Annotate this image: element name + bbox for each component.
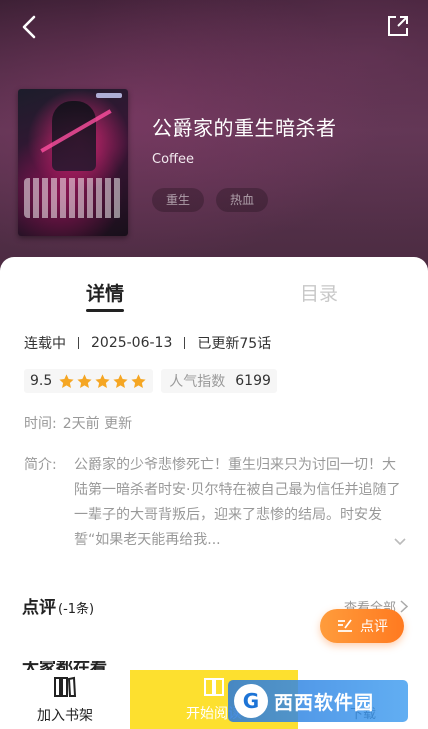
rating-score: 9.5	[30, 373, 53, 389]
intro-text: 公爵家的少爷悲惨死亡！重生归来只为讨回一切！大陆第一暗杀者时安·贝尔特在被自己最…	[74, 453, 409, 553]
review-section-title: 点评 (-1条)	[22, 598, 95, 618]
add-shelf-label: 加入书架	[37, 707, 93, 724]
rating-box: 9.5	[24, 369, 154, 393]
watermark-banner: G 西西软件园	[228, 680, 408, 722]
tab-detail[interactable]: 详情	[86, 279, 125, 312]
bookshelf-icon	[54, 676, 77, 697]
chevron-down-icon[interactable]	[393, 537, 407, 547]
time-label: 时间:	[24, 416, 57, 432]
star-icon	[131, 373, 146, 388]
tab-toc[interactable]: 目录	[300, 279, 338, 306]
add-to-shelf-button[interactable]: 加入书架	[0, 670, 130, 729]
watermark-text: 西西软件园	[274, 691, 375, 714]
watermark-logo-icon: G	[234, 684, 268, 718]
tag-pill[interactable]: 热血	[216, 188, 269, 212]
book-open-icon	[204, 677, 224, 696]
edit-icon	[338, 619, 352, 632]
update-time-row: 时间: 2天前 更新	[24, 413, 132, 433]
divider	[184, 337, 186, 349]
tab-bar: 详情 目录	[0, 279, 428, 319]
meta-row: 连载中 2025-06-13 已更新75话	[24, 333, 271, 353]
intro-section[interactable]: 简介: 公爵家的少爷悲惨死亡！重生归来只为讨回一切！大陆第一暗杀者时安·贝尔特在…	[24, 453, 409, 553]
popularity-value: 6199	[235, 373, 271, 389]
book-hero-background: 公爵家的重生暗杀者 Coffee 重生 热血	[0, 0, 428, 290]
detail-sheet: 详情 目录 连载中 2025-06-13 已更新75话 9.5 人气指数 619…	[0, 257, 428, 729]
divider	[78, 337, 79, 349]
star-icon	[113, 373, 128, 388]
time-value: 2天前 更新	[62, 416, 133, 432]
popularity-box: 人气指数 6199	[161, 369, 277, 393]
back-arrow-icon[interactable]	[14, 12, 44, 42]
book-author: Coffee	[152, 152, 194, 167]
book-tags: 重生 热血	[152, 188, 269, 212]
share-icon[interactable]	[384, 12, 412, 40]
book-title: 公爵家的重生暗杀者	[152, 116, 337, 140]
review-count: (-1条)	[58, 602, 95, 617]
status-text: 连载中	[24, 336, 66, 352]
chapter-count: 已更新75话	[197, 336, 272, 352]
tab-underline	[86, 309, 125, 312]
tag-pill[interactable]: 重生	[152, 188, 205, 212]
popularity-label: 人气指数	[169, 374, 226, 390]
rating-stars	[58, 373, 147, 390]
book-cover[interactable]	[18, 89, 128, 236]
star-icon	[77, 373, 92, 388]
update-date: 2025-06-13	[91, 335, 173, 351]
star-icon	[59, 373, 74, 388]
rating-row: 9.5 人气指数 6199	[24, 369, 277, 393]
chevron-right-icon	[400, 600, 408, 613]
star-icon	[95, 373, 110, 388]
write-review-button[interactable]: 点评	[320, 609, 404, 643]
intro-label: 简介:	[24, 457, 57, 473]
